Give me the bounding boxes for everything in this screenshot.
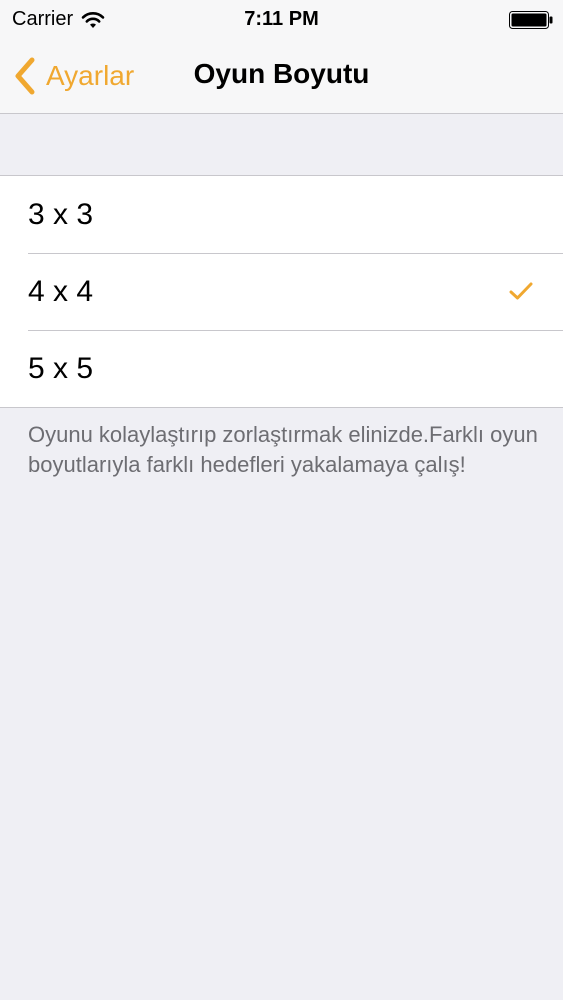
- option-5x5[interactable]: 5 x 5: [0, 330, 563, 407]
- option-label: 4 x 4: [28, 274, 94, 308]
- back-label: Ayarlar: [46, 60, 135, 91]
- section-footer-note: Oyunu kolaylaştırıp zorlaştırmak elinizd…: [28, 422, 538, 477]
- checkmark-icon: [509, 282, 533, 300]
- chevron-left-icon: [15, 57, 35, 95]
- back-button[interactable]: Ayarlar: [12, 56, 134, 96]
- top-bar: Carrier 7:11 PM Ayarlar Oyun Boyutu: [0, 0, 563, 114]
- size-options-list: 3 x 3 4 x 4 5 x 5: [0, 175, 563, 408]
- option-label: 3 x 3: [28, 197, 94, 231]
- status-bar: Carrier 7:11 PM: [0, 0, 563, 40]
- navigation-bar: Ayarlar Oyun Boyutu: [0, 40, 563, 114]
- option-label: 5 x 5: [28, 351, 94, 385]
- option-3x3[interactable]: 3 x 3: [0, 176, 563, 253]
- status-time: 7:11 PM: [244, 8, 319, 30]
- option-4x4[interactable]: 4 x 4: [0, 253, 563, 330]
- battery-icon: [509, 11, 553, 29]
